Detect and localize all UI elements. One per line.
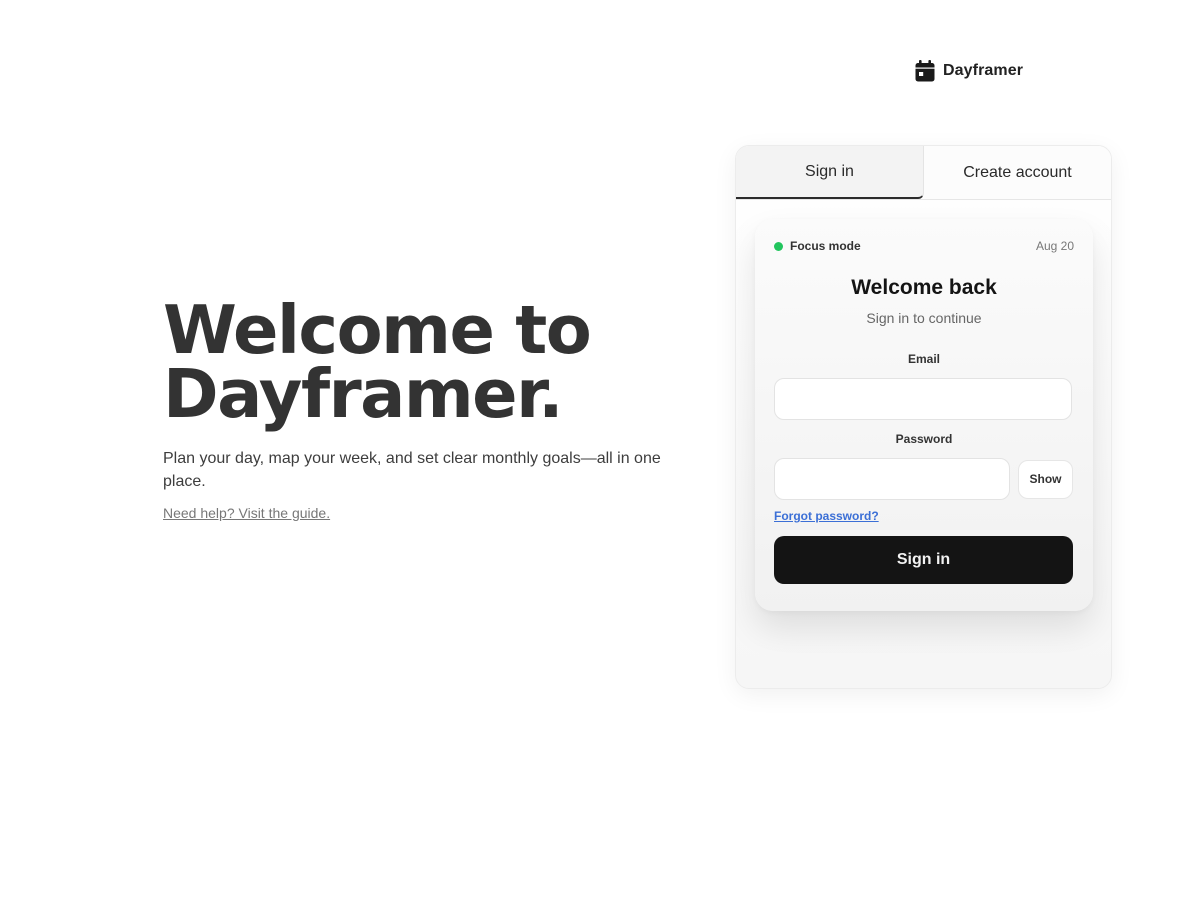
hero-title-line2: Dayframer.: [163, 355, 564, 433]
auth-tabs: Sign in Create account: [736, 146, 1111, 200]
card-header: Focus mode Aug 20: [774, 238, 1074, 254]
login-page: Dayframer Welcome to Dayframer. Plan you…: [0, 0, 1200, 900]
brand-name: Dayframer: [943, 62, 1024, 79]
hero-description: Plan your day, map your week, and set cl…: [163, 450, 661, 490]
card-subtitle: Sign in to continue: [866, 310, 982, 326]
focus-mode-label: Focus mode: [790, 239, 861, 253]
calendar-icon: [915, 60, 935, 82]
brand[interactable]: Dayframer: [915, 60, 1023, 82]
hero-section: Welcome to Dayframer. Plan your day, map…: [163, 297, 683, 523]
password-label: Password: [895, 432, 953, 446]
hero-title: Welcome to Dayframer.: [163, 297, 683, 428]
status-dot-icon: [774, 241, 783, 251]
help-guide-link[interactable]: Need help? Visit the guide.: [163, 505, 330, 521]
date-label: Aug 20: [1035, 239, 1074, 253]
password-field[interactable]: [774, 458, 1010, 500]
tab-create-account[interactable]: Create account: [924, 146, 1111, 199]
show-password-button[interactable]: Show: [1018, 459, 1073, 499]
auth-panel: Sign in Create account Focus mode Aug 20…: [735, 145, 1112, 689]
sign-in-button[interactable]: Sign in: [774, 536, 1073, 584]
card-title: Welcome back: [851, 276, 997, 299]
email-label: Email: [907, 352, 940, 366]
password-row: Show: [774, 458, 1074, 500]
tab-sign-in[interactable]: Sign in: [736, 146, 924, 199]
focus-mode-status: Focus mode: [774, 239, 861, 253]
forgot-password-link[interactable]: Forgot password?: [774, 509, 879, 523]
email-field[interactable]: [774, 378, 1072, 420]
sign-in-card: Focus mode Aug 20 Welcome back Sign in t…: [755, 219, 1093, 611]
